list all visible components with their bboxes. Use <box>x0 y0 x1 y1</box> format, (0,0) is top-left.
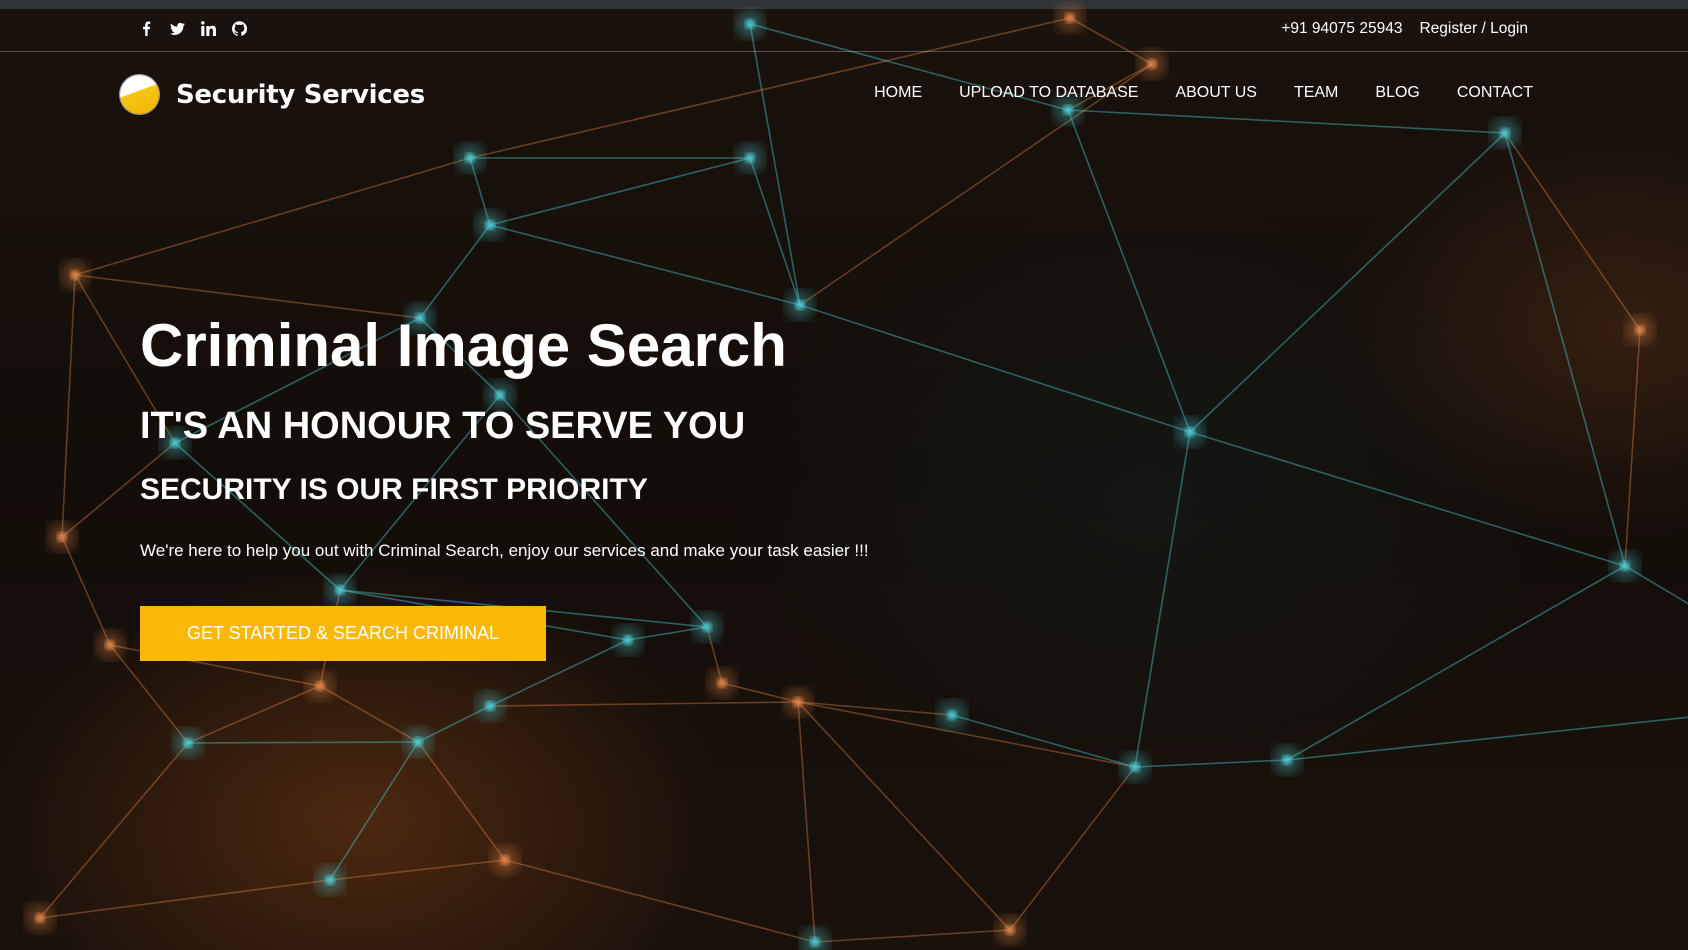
hero-tagline: SECURITY IS OUR FIRST PRIORITY <box>140 473 648 506</box>
network-node <box>485 220 495 230</box>
network-line <box>187 685 321 744</box>
network-node <box>413 737 423 747</box>
network-node <box>500 855 510 865</box>
network-line <box>39 879 331 919</box>
network-node <box>947 710 957 720</box>
nav-blog[interactable]: BLOG <box>1375 84 1419 102</box>
network-node <box>485 701 495 711</box>
network-line <box>329 859 506 881</box>
network-line <box>1134 431 1191 768</box>
main-nav: HOME UPLOAD TO DATABASE ABOUT US TEAM BL… <box>874 84 1533 102</box>
network-node <box>315 681 325 691</box>
network-line <box>489 701 799 707</box>
topbar-right: +91 94075 25943 Register / Login <box>1281 20 1528 38</box>
network-node <box>183 738 193 748</box>
facebook-icon[interactable] <box>138 20 155 37</box>
network-node <box>325 875 335 885</box>
network-line <box>1009 766 1136 931</box>
network-node <box>1635 325 1645 335</box>
twitter-icon[interactable] <box>169 20 186 37</box>
network-line <box>504 859 816 943</box>
network-line <box>1286 716 1688 761</box>
network-node <box>1005 925 1015 935</box>
network-line <box>951 714 1136 768</box>
brand-logo-icon <box>120 75 159 114</box>
hero: Criminal Image Search IT'S AN HONOUR TO … <box>140 310 1040 661</box>
hero-title: Criminal Image Search <box>140 312 787 379</box>
network-node <box>1130 762 1140 772</box>
network-line <box>489 157 751 226</box>
network-line <box>319 685 419 743</box>
network-line <box>419 224 491 319</box>
network-node <box>465 153 475 163</box>
brand[interactable]: Security Services <box>120 75 425 114</box>
network-node <box>1282 755 1292 765</box>
network-line <box>61 536 111 646</box>
page: +91 94075 25943 Register / Login Securit… <box>0 0 1688 950</box>
network-line <box>1504 132 1626 567</box>
register-login-link[interactable]: Register / Login <box>1419 20 1528 38</box>
network-node <box>745 153 755 163</box>
network-node <box>1620 561 1630 571</box>
network-line <box>1624 565 1688 605</box>
phone-number[interactable]: +91 94075 25943 <box>1281 20 1402 38</box>
network-line <box>39 742 189 919</box>
linkedin-icon[interactable] <box>200 20 217 37</box>
nav-upload-to-database[interactable]: UPLOAD TO DATABASE <box>959 84 1138 102</box>
network-line <box>797 701 816 943</box>
network-line <box>1134 759 1288 768</box>
network-line <box>1189 132 1506 433</box>
nav-about-us[interactable]: ABOUT US <box>1175 84 1257 102</box>
github-icon[interactable] <box>231 20 248 37</box>
network-node <box>717 678 727 688</box>
network-node <box>793 697 803 707</box>
nav-team[interactable]: TEAM <box>1294 84 1338 102</box>
network-line <box>417 741 506 861</box>
network-line <box>797 701 953 716</box>
hero-subtitle: IT'S AN HONOUR TO SERVE YOU <box>140 405 746 447</box>
network-line <box>1504 132 1641 331</box>
social-links <box>138 20 248 37</box>
network-node <box>35 913 45 923</box>
topbar: +91 94075 25943 Register / Login <box>0 9 1688 52</box>
network-line <box>74 157 471 276</box>
network-node <box>810 937 820 947</box>
network-node <box>105 640 115 650</box>
brand-name: Security Services <box>176 79 425 110</box>
navbar: Security Services HOME UPLOAD TO DATABAS… <box>0 52 1688 138</box>
network-line <box>61 274 76 538</box>
network-node <box>795 300 805 310</box>
nav-contact[interactable]: CONTACT <box>1457 84 1533 102</box>
nav-home[interactable]: HOME <box>874 84 922 102</box>
network-line <box>814 929 1011 943</box>
network-node <box>1185 427 1195 437</box>
hero-description: We're here to help you out with Criminal… <box>140 541 869 560</box>
network-node <box>57 532 67 542</box>
network-line <box>489 224 801 306</box>
network-line <box>749 157 801 306</box>
network-line <box>1624 329 1641 567</box>
network-line <box>1067 109 1191 433</box>
network-line <box>1189 431 1626 567</box>
network-line <box>1286 565 1626 761</box>
network-line <box>187 741 419 744</box>
get-started-button[interactable]: GET STARTED & SEARCH CRIMINAL <box>140 606 546 661</box>
network-node <box>70 270 80 280</box>
network-line <box>329 741 419 881</box>
